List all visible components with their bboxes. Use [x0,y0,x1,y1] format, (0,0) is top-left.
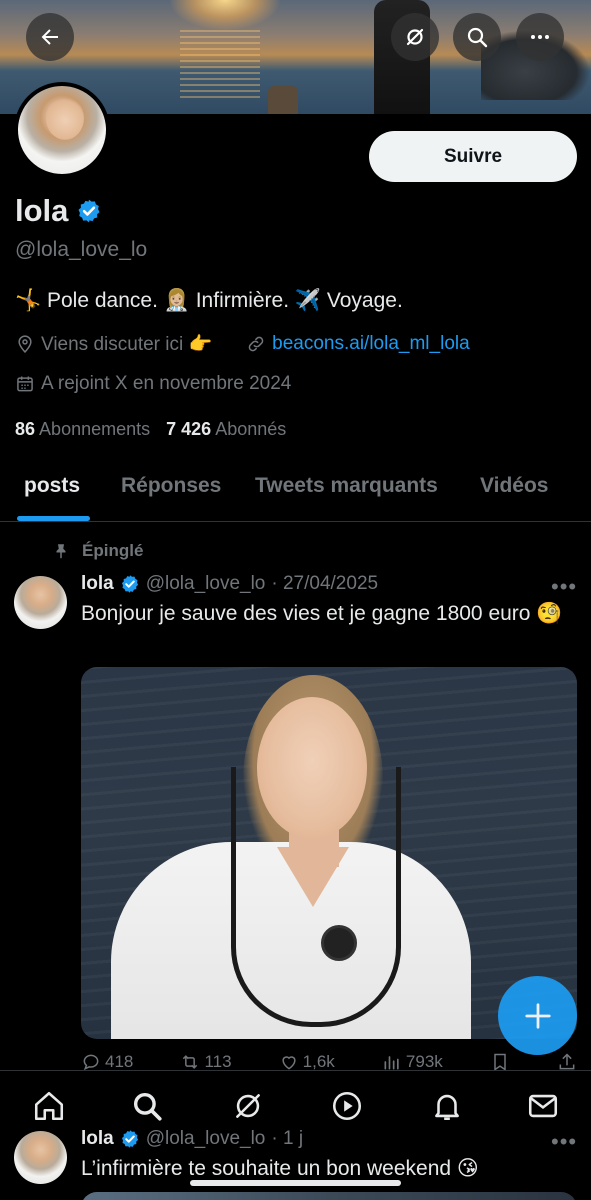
tweet-header: lola @lola_love_lo · 1 j [81,1128,303,1150]
tweet-text: L’infirmière te souhaite un bon weekend … [81,1157,479,1180]
video-icon [332,1091,362,1121]
nav-video[interactable] [330,1089,364,1123]
back-button[interactable] [26,13,74,61]
grok-button[interactable] [391,13,439,61]
media-stethoscope [231,767,401,1027]
profile-avatar[interactable] [14,82,110,178]
views-action[interactable]: 793k [382,1052,443,1072]
profile-stats: 86 Abonnements 7 426 Abonnés [15,419,286,440]
tweet-author-name[interactable]: lola [81,1128,114,1150]
follow-button[interactable]: Suivre [369,131,577,182]
tweet-author-handle: @lola_love_lo [145,573,266,594]
followers-stat[interactable]: 7 426 Abonnés [166,419,286,440]
grok-icon [406,28,424,46]
following-stat[interactable]: 86 Abonnements [15,419,150,440]
pinned-text: Épinglé [82,541,144,560]
search-icon [467,27,488,48]
profile-location: Viens discuter ici 👉 beacons.ai/lola_ml_… [15,332,470,356]
heart-icon [282,1056,296,1070]
reply-icon [83,1054,99,1071]
share-action[interactable] [557,1052,577,1072]
tweet-time: · 27/04/2025 [271,573,379,594]
bookmark-action[interactable] [490,1052,510,1072]
pin-icon [56,544,66,559]
retweet-icon [183,1055,198,1069]
plus-icon [524,1002,551,1029]
tweet-actions: 418 113 1,6k 793k [81,1052,577,1072]
joined-text: A rejoint X en novembre 2024 [41,373,292,394]
views-icon [384,1056,399,1070]
following-count: 86 [15,419,36,439]
tab-posts[interactable]: posts [24,474,80,498]
pinned-label: Épinglé [52,541,143,561]
tab-highlights[interactable]: Tweets marquants [255,474,438,498]
tweet-text: Bonjour je sauve des vies et je gagne 18… [81,602,563,625]
tweet-media-image[interactable] [81,667,577,1039]
tweet-more-button[interactable]: ••• [551,574,577,600]
nav-messages[interactable] [526,1089,560,1123]
notifications-icon [435,1094,459,1121]
tweet-media-image[interactable] [81,1192,577,1200]
nav-search[interactable] [130,1089,164,1123]
profile-joined: A rejoint X en novembre 2024 [15,373,291,395]
tweet-header: lola @lola_love_lo · 27/04/2025 [81,573,378,595]
back-arrow-icon [41,29,58,45]
nav-home[interactable] [32,1089,66,1123]
reply-action[interactable]: 418 [81,1052,133,1072]
tab-videos[interactable]: Vidéos [480,474,548,498]
tab-replies[interactable]: Réponses [121,474,221,498]
profile-bio: 🤸 Pole dance. 👩🏼‍⚕️ Infirmière. ✈️ Voyag… [15,289,403,312]
more-icon [531,35,549,39]
nav-grok[interactable] [231,1089,265,1123]
link-icon [248,336,264,352]
website-link[interactable]: beacons.ai/lola_ml_lola [272,333,470,355]
share-icon [559,1053,575,1070]
location-pin-icon [18,335,32,353]
bottom-navigation [0,1070,591,1132]
grok-icon [236,1094,260,1118]
verified-badge-icon [120,574,140,594]
home-icon [34,1091,64,1121]
profile-name: lola [15,193,69,228]
bookmark-icon [494,1053,506,1071]
like-action[interactable]: 1,6k [279,1052,335,1072]
compose-button[interactable] [498,976,577,1055]
reply-count: 418 [105,1052,134,1071]
tweet-avatar[interactable] [14,1131,67,1184]
tweet-more-button[interactable]: ••• [551,1129,577,1155]
tweet-author-handle: @lola_love_lo [145,1128,266,1149]
location-text: Viens discuter ici 👉 [41,334,213,355]
profile-tabs: posts Réponses Tweets marquants Vidéos [0,466,591,522]
profile-handle: @lola_love_lo [15,238,148,261]
nav-notifications[interactable] [430,1089,464,1123]
followers-count: 7 426 [166,419,212,439]
home-indicator [190,1180,401,1186]
retweet-count: 113 [204,1052,232,1071]
followers-label: Abonnés [215,419,287,439]
like-count: 1,6k [302,1052,335,1071]
media-stethoscope-disc [321,925,357,961]
profile-name-row: lola [15,193,102,229]
views-count: 793k [405,1052,443,1071]
more-options-button[interactable] [516,13,564,61]
banner-post [268,86,298,114]
tweet-avatar[interactable] [14,576,67,629]
tweet-author-name[interactable]: lola [81,573,114,595]
verified-badge-icon [120,1129,140,1149]
retweet-action[interactable]: 113 [180,1052,232,1072]
banner-water-glint [180,30,260,100]
calendar-icon [17,376,33,392]
search-button[interactable] [453,13,501,61]
tweet-time: · 1 j [271,1128,304,1149]
search-icon [133,1092,162,1121]
active-tab-indicator [17,516,90,521]
messages-icon [528,1094,558,1118]
following-label: Abonnements [39,419,151,439]
verified-badge-icon[interactable] [76,198,102,224]
banner-sun [170,0,280,30]
